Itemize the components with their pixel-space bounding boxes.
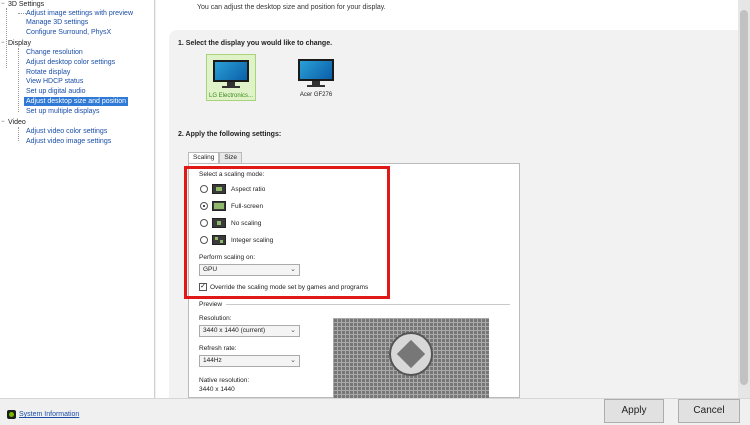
display-acer-gf276[interactable]: Acer GF276 [294, 54, 338, 101]
system-information-link[interactable]: System Information [19, 411, 79, 418]
tree-category-display[interactable]: − Display [1, 39, 31, 48]
tree-item-rotate-display[interactable]: Rotate display [26, 68, 70, 77]
chevron-down-icon: ⌄ [290, 327, 296, 334]
tree-line [18, 48, 19, 112]
highlight-annotation [184, 166, 390, 299]
nvidia-icon [7, 410, 16, 419]
tree-item-configure-surround[interactable]: Configure Surround, PhysX [26, 28, 111, 37]
page-description: You can adjust the desktop size and posi… [197, 4, 386, 11]
expander-icon[interactable]: − [1, 1, 6, 7]
step-2-heading: 2. Apply the following settings: [178, 131, 282, 138]
display-label: LG Electronics... [208, 93, 253, 99]
tree-item-adjust-desktop-color[interactable]: Adjust desktop color settings [26, 58, 115, 67]
tree-item-change-resolution[interactable]: Change resolution [26, 48, 83, 57]
refresh-rate-select[interactable]: 144Hz ⌄ [199, 355, 300, 367]
tree-connector [18, 13, 26, 14]
scrollbar-thumb[interactable] [740, 10, 748, 385]
tree-line [6, 8, 7, 68]
tree-item-set-up-multiple-displays[interactable]: Set up multiple displays [26, 107, 100, 116]
resolution-select[interactable]: 3440 x 1440 (current) ⌄ [199, 325, 300, 337]
step-1-heading: 1. Select the display you would like to … [178, 40, 333, 47]
tree-item-adjust-video-color[interactable]: Adjust video color settings [26, 127, 107, 136]
tree-item-view-hdcp-status[interactable]: View HDCP status [26, 77, 83, 86]
monitor-icon [211, 58, 251, 88]
settings-tabs: Scaling Size [188, 152, 242, 164]
expander-icon[interactable]: − [1, 119, 6, 125]
category-label: Video [8, 119, 26, 126]
vertical-scrollbar[interactable] [738, 0, 750, 398]
apply-button[interactable]: Apply [604, 399, 664, 423]
tree-line [18, 127, 19, 141]
display-label: Acer GF276 [299, 92, 333, 98]
select-value: 3440 x 1440 (current) [203, 327, 266, 334]
tree-item-adjust-video-image[interactable]: Adjust video image settings [26, 137, 111, 146]
monitor-icon [296, 57, 336, 87]
chevron-down-icon: ⌄ [290, 357, 296, 364]
tree-item-adjust-desktop-size[interactable]: Adjust desktop size and position [24, 97, 129, 106]
header-strip: You can adjust the desktop size and posi… [156, 0, 750, 26]
native-resolution-label: Native resolution: [199, 377, 250, 384]
footer-bar: System Information Apply Cancel [0, 398, 750, 425]
navigation-tree: − 3D Settings Adjust image settings with… [0, 0, 155, 398]
tree-item-adjust-image-settings[interactable]: Adjust image settings with preview [26, 9, 133, 18]
display-lg-electronics[interactable]: LG Electronics... [206, 54, 256, 101]
tree-item-manage-3d-settings[interactable]: Manage 3D settings [26, 18, 88, 27]
category-label: 3D Settings [8, 1, 45, 8]
cancel-button[interactable]: Cancel [678, 399, 740, 423]
preview-divider [226, 304, 510, 305]
tree-item-set-up-digital-audio[interactable]: Set up digital audio [26, 87, 86, 96]
tree-category-3d-settings[interactable]: − 3D Settings [1, 0, 45, 9]
category-label: Display [8, 40, 31, 47]
refresh-rate-label: Refresh rate: [199, 345, 237, 352]
tree-category-video[interactable]: − Video [1, 118, 26, 127]
resolution-label: Resolution: [199, 315, 232, 322]
select-value: 144Hz [203, 357, 222, 364]
expander-icon[interactable]: − [1, 40, 6, 46]
native-resolution-value: 3440 x 1440 [199, 386, 235, 392]
preview-legend: Preview [199, 301, 223, 308]
tab-size[interactable]: Size [219, 152, 242, 163]
